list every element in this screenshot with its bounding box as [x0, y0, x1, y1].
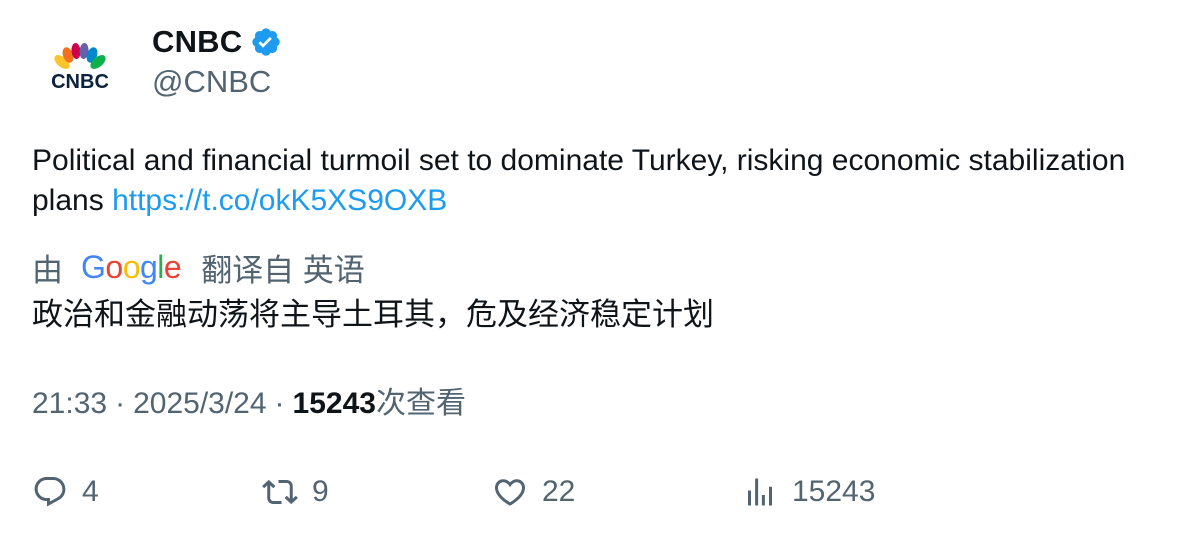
like-count: 22: [542, 475, 576, 508]
reply-count: 4: [82, 475, 99, 508]
reply-icon: [34, 477, 66, 507]
retweet-icon: [262, 479, 298, 505]
views-label: 次查看: [375, 387, 466, 420]
google-logo: Google: [81, 248, 182, 286]
translated-text: 政治和金融动荡将主导土耳其，危及经济稳定计划: [32, 297, 714, 332]
tweet-link[interactable]: https://t.co/okK5XS9OXB: [112, 184, 447, 217]
tweet-date[interactable]: 2025/3/24: [133, 384, 266, 424]
views-icon: [748, 478, 772, 506]
views-button[interactable]: 15243: [742, 468, 875, 516]
avatar-text: CNBC: [51, 71, 109, 93]
google-logo-letter: o: [105, 248, 123, 285]
verified-badge-icon[interactable]: [250, 26, 282, 58]
google-logo-letter: e: [163, 248, 182, 285]
google-logo-letter: l: [157, 248, 164, 285]
google-logo-letter: g: [139, 248, 158, 285]
author-name-text[interactable]: CNBC: [152, 24, 242, 60]
avatar[interactable]: CNBC: [32, 24, 128, 120]
reply-button[interactable]: 4: [32, 468, 99, 516]
like-button[interactable]: 22: [492, 468, 575, 516]
translation-attribution[interactable]: 由 Google 翻译自 英语: [32, 246, 365, 288]
tweet-time[interactable]: 21:33: [32, 384, 107, 424]
google-logo-letter: o: [122, 248, 141, 285]
tweet-meta: 21:33 · 2025/3/24 · 15243 次查看: [32, 384, 466, 424]
meta-separator: ·: [115, 387, 126, 420]
author-handle[interactable]: @CNBC: [152, 64, 271, 100]
views-action-count: 15243: [792, 475, 876, 508]
translate-suffix: 翻译自 英语: [201, 252, 365, 288]
action-bar: 4 9 22 15243: [0, 468, 1196, 516]
like-icon: [494, 479, 526, 506]
retweet-count: 9: [312, 475, 329, 508]
tweet: CNBC CNBC @CNBC Political and financial …: [0, 0, 1196, 538]
translate-prefix: 由: [32, 252, 63, 288]
google-logo-letter: G: [81, 248, 106, 285]
author-name[interactable]: CNBC: [152, 24, 282, 60]
views-count: 15243: [292, 387, 376, 420]
meta-separator-2: ·: [274, 387, 285, 420]
retweet-button[interactable]: 9: [262, 468, 329, 516]
cnbc-logo: CNBC: [51, 43, 109, 93]
tweet-text: Political and financial turmoil set to d…: [32, 141, 1162, 221]
